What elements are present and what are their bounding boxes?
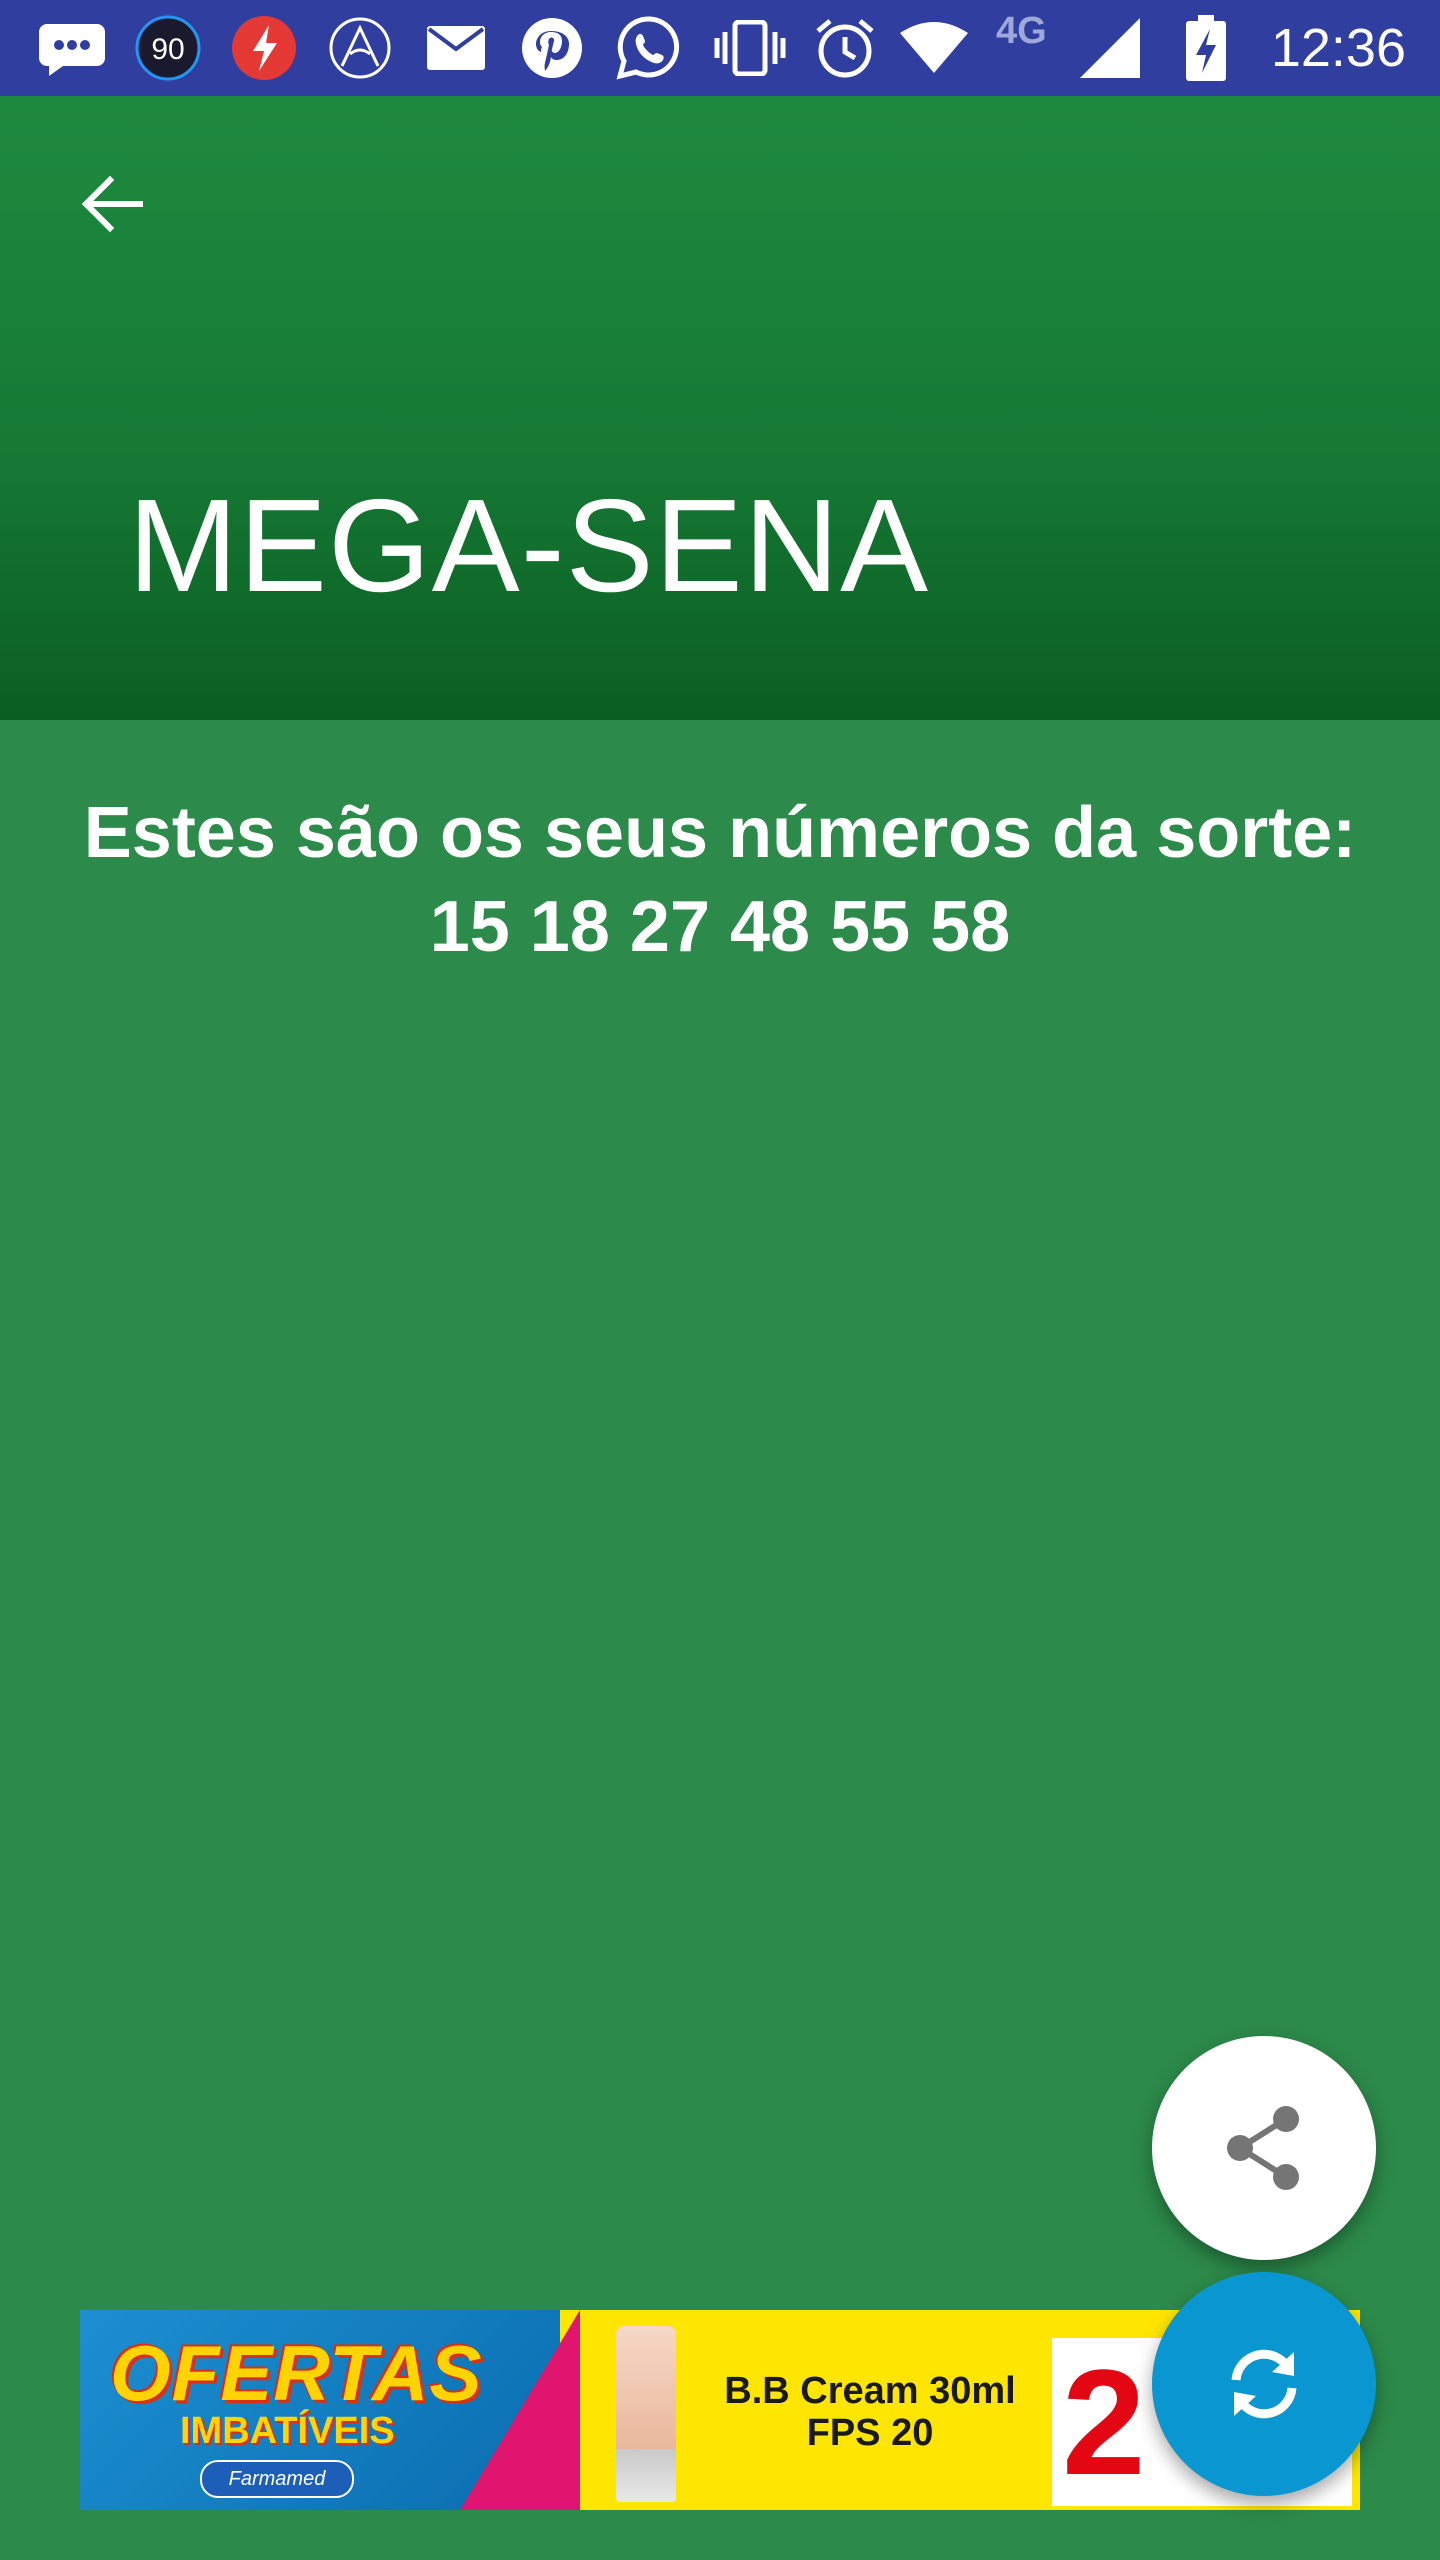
vibrate-icon bbox=[712, 0, 788, 96]
clock: 12:36 bbox=[1270, 18, 1406, 78]
whatsapp-icon bbox=[612, 0, 684, 96]
lucky-message: Estes são os seus números da sorte: bbox=[83, 793, 1357, 873]
ad-product-text: B.B Cream 30ml FPS 20 bbox=[700, 2370, 1040, 2454]
flash-app-icon bbox=[228, 0, 300, 96]
share-button[interactable] bbox=[1152, 2036, 1376, 2260]
pinterest-icon bbox=[516, 0, 588, 96]
signal-icon bbox=[1074, 0, 1146, 96]
ad-product-line1: B.B Cream 30ml bbox=[724, 2370, 1016, 2412]
ad-product-line2: FPS 20 bbox=[806, 2412, 934, 2454]
page-title: MEGA-SENA bbox=[128, 472, 930, 619]
ad-headline: OFERTAS bbox=[110, 2329, 483, 2417]
lucky-numbers: 15 18 27 48 55 58 bbox=[429, 887, 1011, 967]
alarm-icon bbox=[810, 0, 880, 96]
back-button[interactable] bbox=[60, 152, 164, 256]
arrow-app-icon bbox=[324, 0, 396, 96]
mail-icon bbox=[420, 0, 492, 96]
battery-charging-icon bbox=[1182, 0, 1230, 96]
status-bar: 90 4G 12:36 bbox=[0, 0, 1440, 96]
ad-subheadline: IMBATÍVEIS bbox=[180, 2410, 395, 2452]
badge-count: 90 bbox=[151, 33, 184, 66]
arrow-back-icon bbox=[81, 175, 143, 233]
refresh-button[interactable] bbox=[1152, 2272, 1376, 2496]
wifi-icon bbox=[898, 0, 970, 96]
refresh-icon bbox=[1231, 2349, 1297, 2419]
product-image bbox=[616, 2326, 676, 2502]
network-type: 4G bbox=[996, 10, 1047, 52]
share-icon bbox=[1227, 2106, 1299, 2190]
lucky-numbers-block: Estes são os seus números da sorte: 15 1… bbox=[80, 786, 1360, 974]
badge-90-icon: 90 bbox=[132, 0, 204, 96]
ad-brand-logo: Farmamed bbox=[200, 2460, 354, 2498]
messenger-icon bbox=[36, 0, 108, 96]
ad-price: 2 bbox=[1062, 2338, 1146, 2506]
app-bar: MEGA-SENA bbox=[0, 96, 1440, 720]
